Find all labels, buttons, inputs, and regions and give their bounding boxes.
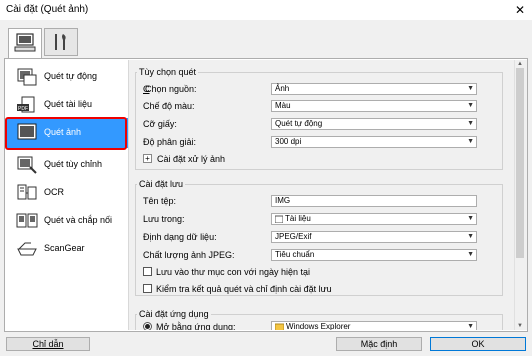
resolution-dropdown[interactable]: 300 dpi ▼ [271, 136, 477, 148]
stitch-scan-icon [16, 213, 38, 228]
help-button-label: Chỉ dẫn [32, 339, 64, 349]
tab-strip [0, 20, 532, 58]
sidebar-item-label: Quét tự động [44, 71, 98, 81]
scroll-down-arrow-icon[interactable]: ▼ [514, 322, 526, 330]
subfolder-checkbox[interactable] [143, 267, 152, 276]
check-results-checkbox-label: Kiểm tra kết quả quét và chỉ định cài đặ… [156, 284, 332, 294]
chevron-down-icon: ▼ [467, 251, 474, 258]
custom-scan-icon [17, 156, 37, 174]
document-scan-icon: PDF [17, 96, 35, 113]
data-format-dropdown[interactable]: JPEG/Exif ▼ [271, 231, 477, 243]
chevron-down-icon: ▼ [467, 215, 474, 222]
radio-selected-dot [145, 324, 150, 329]
tools-icon [55, 34, 66, 50]
ok-button-label: OK [471, 339, 485, 349]
scan-options-title: Tùy chọn quét [137, 67, 199, 77]
chevron-down-icon: ▼ [467, 138, 474, 145]
resolution-label: Độ phân giải: [143, 137, 197, 147]
chevron-down-icon: ▼ [467, 233, 474, 240]
data-format-label: Định dạng dữ liệu: [143, 232, 217, 242]
color-mode-dropdown[interactable]: Màu ▼ [271, 100, 477, 112]
paper-size-label: Cỡ giấy: [143, 119, 177, 129]
selection-highlight [5, 117, 127, 150]
settings-panel: Tùy chọn quét CChọn nguồn: Ảnh ▼ Chế độ m… [128, 60, 515, 330]
sidebar-item-label: ScanGear [44, 243, 85, 253]
save-in-label: Lưu trong: [143, 214, 185, 224]
computer-scan-icon [14, 33, 36, 52]
open-with-radio[interactable] [143, 322, 152, 330]
data-format-value: JPEG/Exif [275, 232, 312, 241]
sidebar-item-scangear[interactable]: ScanGear [6, 232, 128, 268]
sidebar-item-label: Quét tài liệu [44, 99, 93, 109]
tab-scan[interactable] [8, 28, 42, 59]
sidebar: Quét tự động PDF Quét tài liệu Quét ảnh … [6, 60, 128, 330]
scroll-up-arrow-icon[interactable]: ▲ [514, 60, 526, 68]
tab-general-settings[interactable] [44, 28, 78, 56]
sidebar-item-label: Quét và chắp nối [44, 215, 113, 225]
svg-text:PDF: PDF [18, 106, 28, 112]
jpeg-quality-label: Chất lượng ảnh JPEG: [143, 250, 235, 260]
save-settings-title: Cài đặt lưu [137, 179, 186, 189]
close-button[interactable]: ✕ [510, 1, 530, 19]
help-button[interactable]: Chỉ dẫn [6, 337, 90, 351]
paper-size-value: Quét tự động [275, 119, 323, 128]
save-in-value: Tài liệu [285, 214, 311, 223]
sidebar-item-label: Quét tùy chỉnh [44, 159, 103, 169]
select-source-label-text: Chọn nguồn: [145, 84, 197, 94]
chevron-down-icon: ▼ [467, 120, 474, 127]
resolution-value: 300 dpi [275, 137, 302, 146]
expand-image-processing-button[interactable]: + [143, 154, 152, 163]
chevron-down-icon: ▼ [467, 323, 474, 330]
auto-scan-icon [17, 68, 37, 86]
save-in-dropdown[interactable]: Tài liệu ▼ [271, 213, 477, 225]
chevron-down-icon: ▼ [467, 85, 474, 92]
select-source-value: Ảnh [275, 84, 290, 93]
color-mode-value: Màu [275, 101, 291, 110]
app-settings-title: Cài đặt ứng dụng [137, 309, 211, 319]
jpeg-quality-value: Tiêu chuẩn [275, 250, 315, 259]
color-mode-label: Chế độ màu: [143, 101, 195, 111]
windows-explorer-icon [275, 323, 284, 330]
window-title: Cài đặt (Quét ảnh) [6, 4, 89, 15]
ocr-icon [17, 184, 37, 200]
image-processing-label: Cài đặt xử lý ảnh [157, 154, 226, 164]
sidebar-item-label: OCR [44, 187, 64, 197]
subfolder-checkbox-label: Lưu vào thư mục con với ngày hiện tại [156, 267, 311, 277]
select-source-dropdown[interactable]: Ảnh ▼ [271, 83, 477, 95]
open-with-label: Mở bằng ứng dụng: [156, 322, 236, 330]
scangear-icon [17, 242, 37, 256]
check-results-checkbox[interactable] [143, 284, 152, 293]
file-name-label: Tên tệp: [143, 196, 177, 206]
chevron-down-icon: ▼ [467, 102, 474, 109]
defaults-button-label: Mặc định [360, 339, 398, 349]
defaults-button[interactable]: Mặc định [336, 337, 422, 351]
paper-size-dropdown[interactable]: Quét tự động ▼ [271, 118, 477, 130]
open-with-value: Windows Explorer [286, 322, 351, 330]
ok-button[interactable]: OK [430, 337, 526, 351]
select-source-label: CChọn nguồn: [143, 84, 197, 94]
file-name-input[interactable]: IMG [271, 195, 477, 207]
open-with-dropdown[interactable]: Windows Explorer ▼ [271, 321, 477, 330]
folder-icon [275, 215, 283, 223]
scrollbar-thumb[interactable] [516, 68, 524, 258]
jpeg-quality-dropdown[interactable]: Tiêu chuẩn ▼ [271, 249, 477, 261]
